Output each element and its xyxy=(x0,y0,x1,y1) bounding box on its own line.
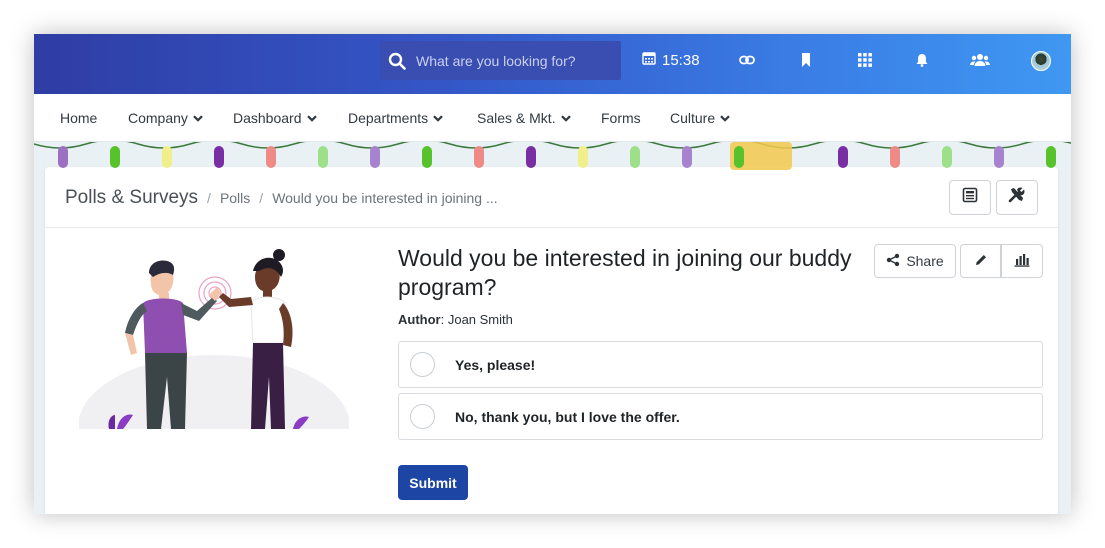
search-input[interactable] xyxy=(416,52,606,69)
chevron-down-icon xyxy=(193,114,203,122)
author-name: : Joan Smith xyxy=(440,312,513,327)
nav-item-label: Departments xyxy=(348,110,429,126)
illustration-high-five xyxy=(79,237,349,429)
nav-item-label: Dashboard xyxy=(233,110,302,126)
clock[interactable]: 15:38 xyxy=(642,34,700,86)
chevron-down-icon xyxy=(433,114,443,122)
option-label: No, thank you, but I love the offer. xyxy=(455,408,680,425)
search-box[interactable] xyxy=(380,41,621,80)
list-view-button[interactable] xyxy=(949,180,991,215)
tools-button[interactable] xyxy=(996,180,1038,215)
breadcrumb-item-current: Would you be interested in joining ... xyxy=(272,190,498,206)
people-icon[interactable] xyxy=(970,34,990,86)
tools-icon xyxy=(1008,186,1026,209)
nav-item-label: Company xyxy=(128,110,188,126)
option-label: Yes, please! xyxy=(455,356,536,373)
share-button[interactable]: Share xyxy=(874,244,956,278)
breadcrumb-title[interactable]: Polls & Surveys xyxy=(65,187,198,209)
chevron-down-icon xyxy=(560,114,571,122)
chevron-down-icon xyxy=(306,114,317,122)
newspaper-icon xyxy=(962,187,978,208)
nav-item-culture[interactable]: Culture xyxy=(670,110,730,126)
nav-item-sales-mkt[interactable]: Sales & Mkt. xyxy=(477,110,571,126)
submit-button[interactable]: Submit xyxy=(398,465,468,500)
breadcrumb-separator: / xyxy=(207,190,211,206)
clock-time: 15:38 xyxy=(662,51,700,69)
poll-card: Polls & Surveys / Polls / Would you be i… xyxy=(45,167,1058,514)
main-nav: Home Company Dashboard Departments Sales… xyxy=(34,94,1071,142)
poll-author: Author: Joan Smith xyxy=(398,312,513,327)
nav-item-label: Forms xyxy=(601,110,641,126)
calendar-icon xyxy=(642,51,656,69)
nav-item-label: Sales & Mkt. xyxy=(477,110,556,126)
search-icon[interactable] xyxy=(388,52,406,70)
share-icon xyxy=(886,253,900,270)
nav-item-departments[interactable]: Departments xyxy=(348,110,443,126)
nav-item-company[interactable]: Company xyxy=(128,110,203,126)
bar-chart-icon xyxy=(1014,253,1030,270)
poll-question: Would you be interested in joining our b… xyxy=(398,245,852,300)
top-bar: 15:38 xyxy=(34,34,1071,94)
results-button[interactable] xyxy=(1001,244,1043,278)
link-icon[interactable] xyxy=(739,34,755,86)
edit-button[interactable] xyxy=(960,244,1001,278)
author-label: Author xyxy=(398,312,441,327)
chevron-down-icon xyxy=(720,114,730,122)
option-radio[interactable] xyxy=(410,404,435,429)
app-window: 15:38 Home Company Dashboard xyxy=(34,34,1071,514)
poll-option-yes[interactable]: Yes, please! xyxy=(398,341,1043,388)
avatar[interactable] xyxy=(1031,51,1051,71)
option-radio[interactable] xyxy=(410,352,435,377)
nav-item-dashboard[interactable]: Dashboard xyxy=(233,110,317,126)
nav-item-label: Home xyxy=(60,110,98,126)
share-label: Share xyxy=(906,253,944,269)
apps-grid-icon[interactable] xyxy=(858,34,872,86)
card-header: Polls & Surveys / Polls / Would you be i… xyxy=(45,167,1058,228)
bookmark-icon[interactable] xyxy=(801,34,811,86)
breadcrumb: Polls & Surveys / Polls / Would you be i… xyxy=(65,187,498,209)
pencil-icon xyxy=(974,253,988,270)
poll-option-no[interactable]: No, thank you, but I love the offer. xyxy=(398,393,1043,440)
nav-item-label: Culture xyxy=(670,110,716,126)
bell-icon[interactable] xyxy=(915,34,929,86)
nav-item-forms[interactable]: Forms xyxy=(601,110,641,126)
nav-item-home[interactable]: Home xyxy=(60,110,97,126)
breadcrumb-separator: / xyxy=(259,190,264,206)
breadcrumb-item-polls[interactable]: Polls xyxy=(220,190,250,206)
